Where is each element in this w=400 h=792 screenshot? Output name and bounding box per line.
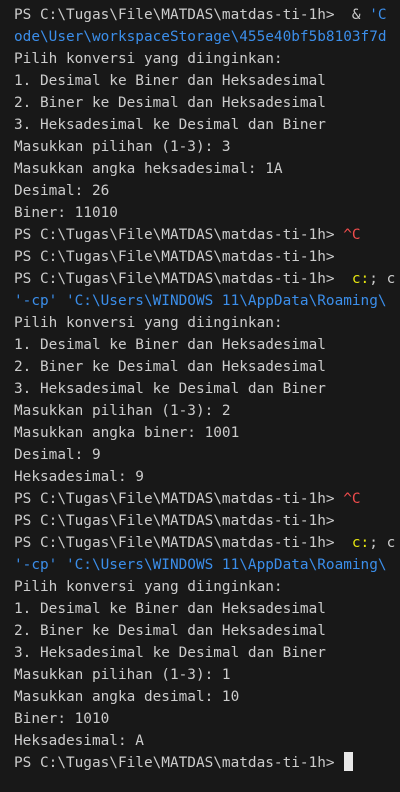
terminal-line: Masukkan angka biner: 1001 [14,422,400,444]
terminal-text-segment: Masukkan pilihan (1-3): 2 [14,403,231,419]
terminal-line: 3. Heksadesimal ke Desimal dan Biner [14,114,400,136]
terminal-text-segment: Pilih konversi yang diinginkan: [14,51,283,67]
terminal-line: PS C:\Tugas\File\MATDAS\matdas-ti-1h> ^C [14,488,400,510]
terminal-text-segment: 3. Heksadesimal ke Desimal dan Biner [14,117,326,133]
terminal-line: Desimal: 26 [14,180,400,202]
terminal-text-segment: PS C:\Tugas\File\MATDAS\matdas-ti-1h> [14,535,344,551]
terminal-text-segment: 1. Desimal ke Biner dan Heksadesimal [14,73,326,89]
terminal-text-segment: 'C [369,7,387,23]
terminal-line: Masukkan angka heksadesimal: 1A [14,158,400,180]
terminal-line: Heksadesimal: 9 [14,466,400,488]
terminal-text-segment: ^C [343,227,361,243]
terminal-text-segment: PS C:\Tugas\File\MATDAS\matdas-ti-1h> [14,227,344,243]
terminal-text-segment: 3. Heksadesimal ke Desimal dan Biner [14,381,326,397]
terminal-line: PS C:\Tugas\File\MATDAS\matdas-ti-1h> ^C [14,224,400,246]
text-cursor [344,752,354,771]
terminal-text-segment: PS C:\Tugas\File\MATDAS\matdas-ti-1h> [14,7,344,23]
terminal-text-segment: Masukkan pilihan (1-3): 1 [14,667,231,683]
terminal-text-segment: 1. Desimal ke Biner dan Heksadesimal [14,337,326,353]
terminal-text-segment: Heksadesimal: 9 [14,469,144,485]
terminal-line: PS C:\Tugas\File\MATDAS\matdas-ti-1h> [14,510,400,532]
terminal-line: 1. Desimal ke Biner dan Heksadesimal [14,334,400,356]
terminal-text-segment: ; [369,271,378,287]
terminal-panel[interactable]: PS C:\Tugas\File\MATDAS\matdas-ti-1h> & … [0,0,400,792]
terminal-text-segment: Biner: 11010 [14,205,118,221]
terminal-text-segment: & [343,7,370,23]
terminal-line: PS C:\Tugas\File\MATDAS\matdas-ti-1h> c:… [14,268,400,290]
terminal-text-segment: Heksadesimal: A [14,733,144,749]
terminal-text-segment: Biner: 1010 [14,711,110,727]
terminal-text-segment: PS C:\Tugas\File\MATDAS\matdas-ti-1h> [14,491,344,507]
terminal-text-segment: Pilih konversi yang diinginkan: [14,315,283,331]
terminal-text-segment: 2. Biner ke Desimal dan Heksadesimal [14,95,326,111]
terminal-text-segment: Desimal: 9 [14,447,101,463]
terminal-line: Masukkan pilihan (1-3): 3 [14,136,400,158]
terminal-line: PS C:\Tugas\File\MATDAS\matdas-ti-1h> [14,246,400,268]
terminal-text-segment: c: [343,535,370,551]
terminal-line: 1. Desimal ke Biner dan Heksadesimal [14,598,400,620]
terminal-text-segment: Desimal: 26 [14,183,110,199]
terminal-text-segment: PS C:\Tugas\File\MATDAS\matdas-ti-1h> [14,271,344,287]
terminal-text-segment: Masukkan angka heksadesimal: 1A [14,161,283,177]
prompt-text: PS C:\Tugas\File\MATDAS\matdas-ti-1h> [14,755,344,771]
terminal-text-segment: 2. Biner ke Desimal dan Heksadesimal [14,623,326,639]
terminal-text-segment: '-cp' 'C:\Users\WINDOWS 11\AppData\Roami… [14,557,387,573]
terminal-text-segment: c [377,535,396,551]
terminal-prompt-line[interactable]: PS C:\Tugas\File\MATDAS\matdas-ti-1h> [14,752,400,774]
terminal-text-segment: 3. Heksadesimal ke Desimal dan Biner [14,645,326,661]
terminal-line: 2. Biner ke Desimal dan Heksadesimal [14,620,400,642]
terminal-line: PS C:\Tugas\File\MATDAS\matdas-ti-1h> & … [14,4,400,26]
terminal-line: Pilih konversi yang diinginkan: [14,312,400,334]
terminal-text-segment: Masukkan pilihan (1-3): 3 [14,139,231,155]
terminal-line: Desimal: 9 [14,444,400,466]
terminal-line: 1. Desimal ke Biner dan Heksadesimal [14,70,400,92]
terminal-text-segment: 2. Biner ke Desimal dan Heksadesimal [14,359,326,375]
terminal-line: Masukkan angka desimal: 10 [14,686,400,708]
terminal-text-segment: ; [369,535,378,551]
terminal-line: Pilih konversi yang diinginkan: [14,576,400,598]
terminal-text-segment: PS C:\Tugas\File\MATDAS\matdas-ti-1h> [14,513,335,529]
terminal-line: Biner: 1010 [14,708,400,730]
terminal-text-segment: c [377,271,396,287]
terminal-text-segment: c: [343,271,370,287]
terminal-line: Biner: 11010 [14,202,400,224]
terminal-text-segment: PS C:\Tugas\File\MATDAS\matdas-ti-1h> [14,249,335,265]
terminal-line: '-cp' 'C:\Users\WINDOWS 11\AppData\Roami… [14,554,400,576]
terminal-line: 2. Biner ke Desimal dan Heksadesimal [14,92,400,114]
terminal-text-segment: '-cp' 'C:\Users\WINDOWS 11\AppData\Roami… [14,293,387,309]
terminal-line: 3. Heksadesimal ke Desimal dan Biner [14,642,400,664]
terminal-line: 2. Biner ke Desimal dan Heksadesimal [14,356,400,378]
terminal-text-segment: Masukkan angka biner: 1001 [14,425,240,441]
terminal-text-segment: Masukkan angka desimal: 10 [14,689,240,705]
terminal-text-segment: ode\User\workspaceStorage\455e40bf5b8103… [14,29,387,45]
terminal-line: ode\User\workspaceStorage\455e40bf5b8103… [14,26,400,48]
terminal-line: Heksadesimal: A [14,730,400,752]
terminal-text-segment: ^C [343,491,361,507]
terminal-line: Pilih konversi yang diinginkan: [14,48,400,70]
terminal-text-segment: 1. Desimal ke Biner dan Heksadesimal [14,601,326,617]
terminal-output: PS C:\Tugas\File\MATDAS\matdas-ti-1h> & … [14,4,400,752]
terminal-line: PS C:\Tugas\File\MATDAS\matdas-ti-1h> c:… [14,532,400,554]
terminal-text-segment: Pilih konversi yang diinginkan: [14,579,283,595]
terminal-line: Masukkan pilihan (1-3): 2 [14,400,400,422]
terminal-line: Masukkan pilihan (1-3): 1 [14,664,400,686]
terminal-line: '-cp' 'C:\Users\WINDOWS 11\AppData\Roami… [14,290,400,312]
terminal-line: 3. Heksadesimal ke Desimal dan Biner [14,378,400,400]
